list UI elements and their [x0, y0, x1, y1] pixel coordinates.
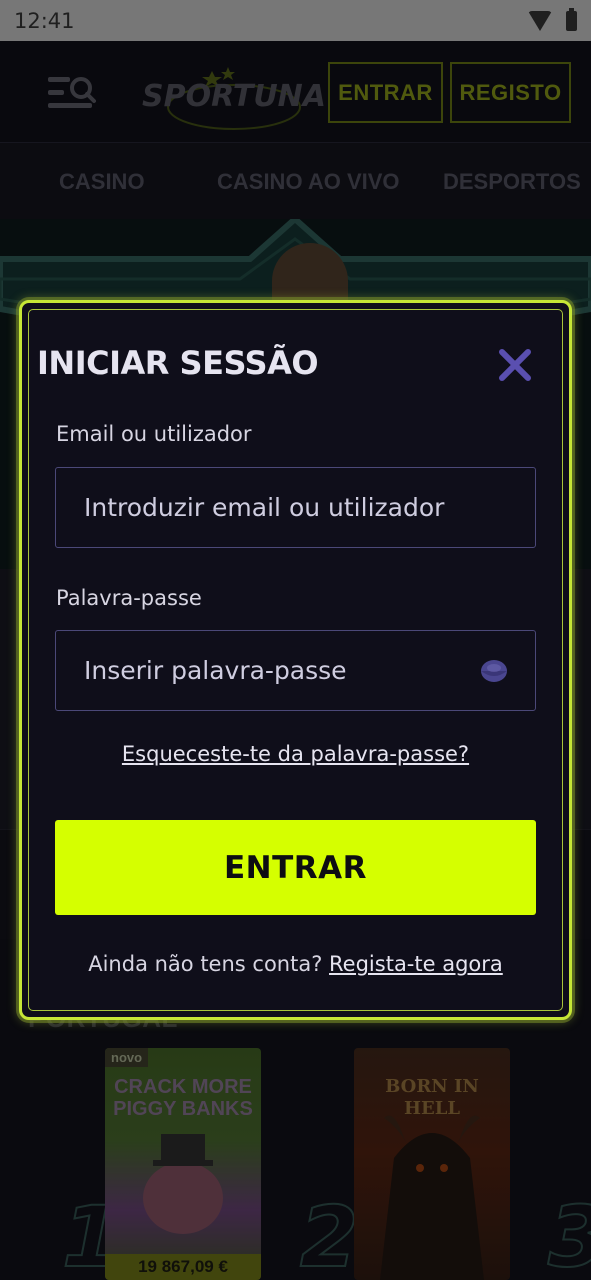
status-icons: [528, 7, 577, 31]
status-bar: 12:41: [0, 0, 591, 41]
password-field-wrapper: [55, 630, 536, 711]
close-icon[interactable]: [498, 348, 532, 382]
eye-icon[interactable]: [480, 659, 508, 683]
password-field[interactable]: [56, 631, 535, 710]
register-link[interactable]: Regista-te agora: [329, 952, 503, 976]
signup-prompt: Ainda não tens conta? Regista-te agora: [0, 952, 591, 976]
status-time: 12:41: [14, 8, 75, 33]
modal-title: INICIAR SESSÃO: [37, 344, 319, 382]
login-submit-button[interactable]: ENTRAR: [55, 820, 536, 915]
battery-icon: [566, 7, 577, 31]
wifi-icon: [528, 10, 552, 31]
email-label: Email ou utilizador: [56, 422, 252, 446]
no-account-text: Ainda não tens conta?: [88, 952, 330, 976]
password-label: Palavra-passe: [56, 586, 202, 610]
email-field-wrapper: [55, 467, 536, 548]
email-field[interactable]: [56, 468, 535, 547]
forgot-password-link[interactable]: Esqueceste-te da palavra-passe?: [0, 742, 591, 766]
